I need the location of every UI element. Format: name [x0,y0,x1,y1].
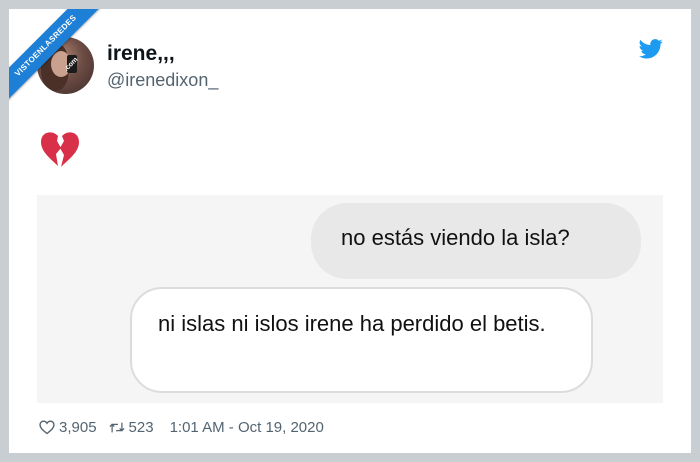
author-handle[interactable]: @irenedixon_ [107,70,218,91]
like-count: 3,905 [59,419,97,436]
tweet-timestamp[interactable]: 1:01 AM - Oct 19, 2020 [170,419,324,436]
heart-outline-icon[interactable] [39,420,55,435]
tweet-footer: 3,905 523 1:01 AM - Oct 19, 2020 [39,419,324,436]
broken-heart-icon [41,132,79,167]
retweet-icon[interactable] [108,420,125,435]
author-name[interactable]: irene,,, [107,42,175,66]
twitter-bird-icon[interactable] [639,39,663,59]
message-text: ni islas ni islos irene ha perdido el be… [158,311,546,336]
retweet-stat[interactable]: 523 [108,419,154,436]
message-bubble-sent: no estás viendo la isla? [311,203,641,279]
retweet-count: 523 [128,419,154,436]
message-text: no estás viendo la isla? [341,225,570,250]
like-stat[interactable]: 3,905 [39,419,97,436]
tweet-card: VISTOENLASREDES .com irene,,, @irenedixo… [9,9,691,453]
message-bubble-received: ni islas ni islos irene ha perdido el be… [130,287,593,393]
